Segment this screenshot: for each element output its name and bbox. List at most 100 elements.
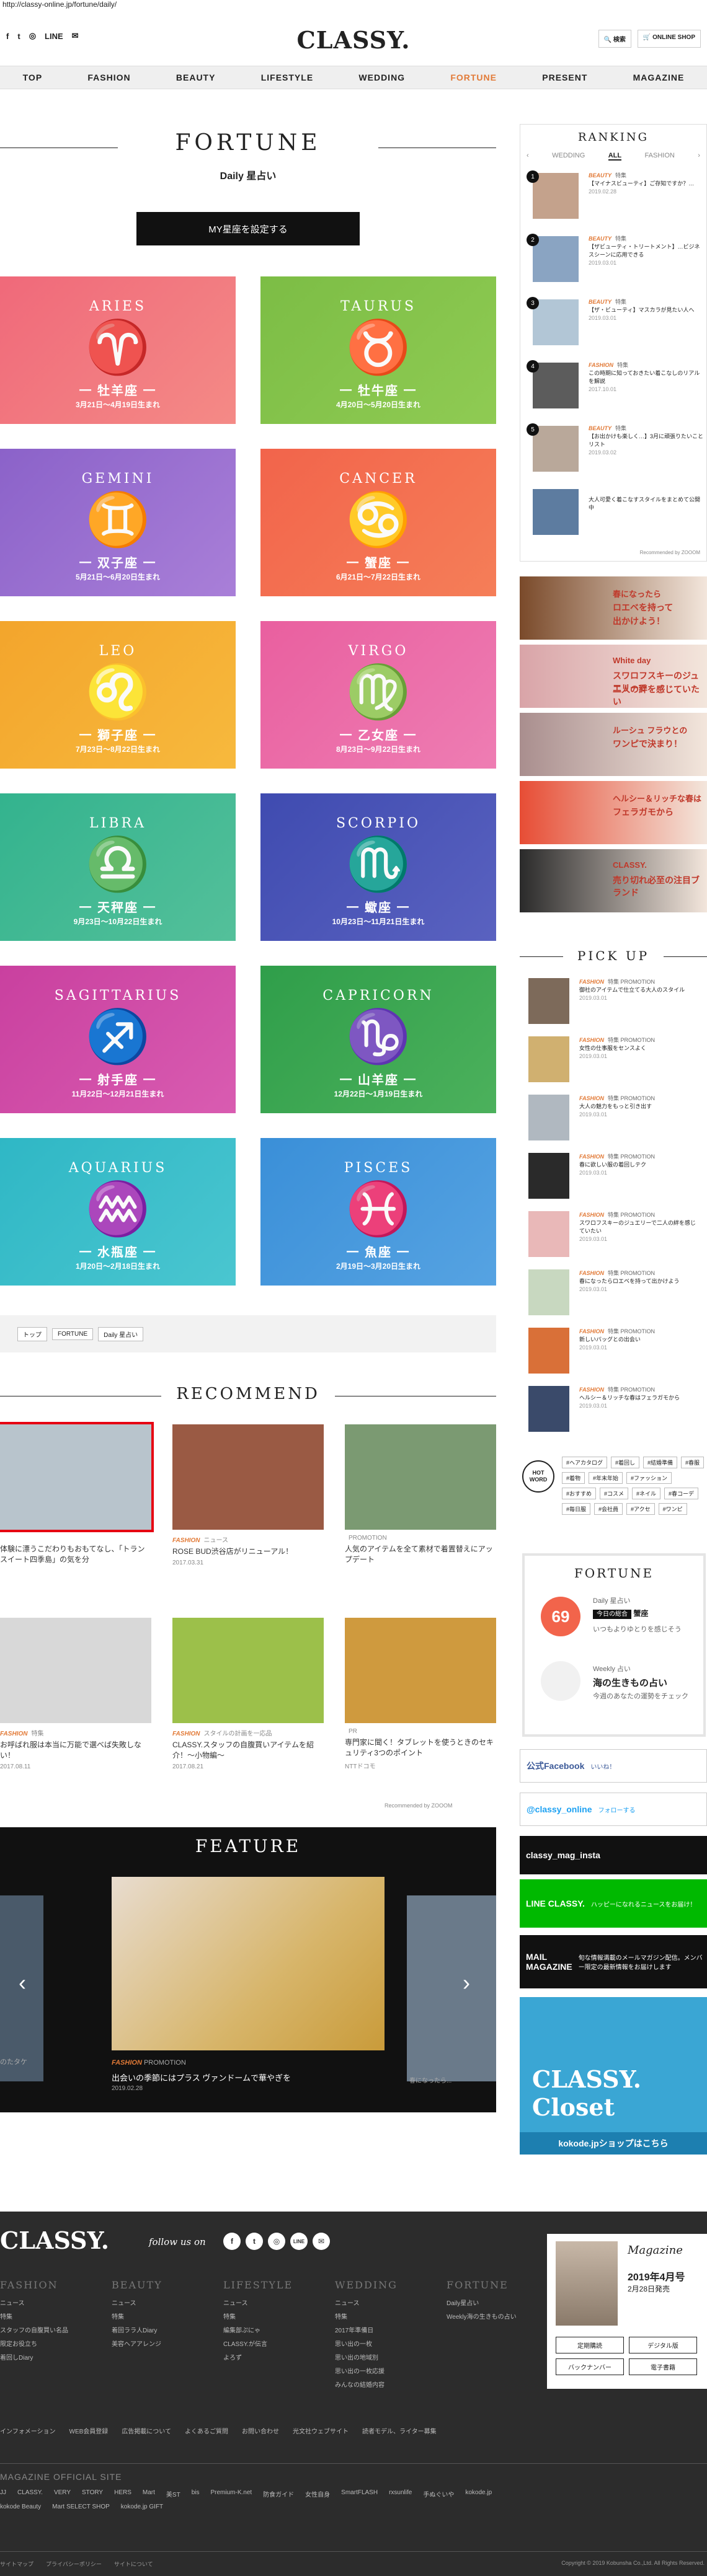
recommend-image[interactable] [172,1618,324,1723]
footer-link[interactable]: 着回ララ人Diary [112,2324,162,2338]
hot-word-tag[interactable]: #春コーデ [664,1488,699,1499]
promo-banner[interactable]: 春になったら ロエベを持って 出かけよう！ [520,576,707,640]
promo-banner[interactable]: White day スワロフスキーのジュエリーで 二人の絆を感じていたい [520,645,707,708]
chevron-right-icon[interactable]: › [463,1970,470,1996]
recommend-card[interactable]: 体験に漂うこだわりもおもてなし、「トランスイート四季島」の気を分 [0,1422,154,1568]
ranking-item[interactable]: 4 FASHION 特集 この時期に知っておきたい着こなしのリアルを解説 2017.10… [520,358,707,413]
recommend-image[interactable] [172,1424,324,1530]
recommend-image[interactable] [0,1618,151,1723]
magazine-site-link[interactable]: 美ST [166,2489,180,2499]
ranking-thumb[interactable] [533,236,579,282]
magazine-site-link[interactable]: HERS [114,2489,131,2499]
footer-link[interactable]: 特集 [112,2311,162,2324]
ranking-item[interactable]: 1 BEAUTY 特集 【マイナスビューティ】ご存知ですか？… 2019.02.28 [520,168,707,224]
footer-link[interactable]: 限定お役立ち [0,2338,68,2352]
ranking-item[interactable]: 3 BEAUTY 特集 【ザ・ビューティ】マスカラが見たい人へ 2019.03.01 [520,294,707,350]
twitter-icon[interactable]: t [17,32,20,41]
kokode-link[interactable]: kokode.jpショップはこちら [520,2132,707,2155]
footer-link[interactable]: 思い出の地域別 [335,2352,398,2365]
nav-present[interactable]: PRESENT [542,73,587,82]
magazine-site-link[interactable]: kokode Beauty [0,2503,41,2510]
recommend-card[interactable]: PROMOTION 人気のアイテムを全て素材で着置替えにアップデート [345,1424,496,1568]
facebook-icon[interactable]: f [223,2233,241,2250]
social-button-1[interactable]: @classy_online フォローする [520,1793,707,1826]
recommend-image[interactable] [345,1618,496,1723]
magazine-site-link[interactable]: 女性自身 [305,2489,330,2499]
footer-link[interactable]: 着回しDiary [0,2352,68,2365]
line-link[interactable]: LINE [45,32,63,41]
magazine-site-link[interactable]: Mart SELECT SHOP [52,2503,110,2510]
magazine-site-link[interactable]: CLASSY. [17,2489,43,2499]
pickup-thumb[interactable] [528,1328,569,1374]
twitter-icon[interactable]: t [246,2233,263,2250]
breadcrumb-fortune[interactable]: FORTUNE [52,1328,94,1340]
footer-col-title[interactable]: FORTUNE [447,2278,517,2292]
zodiac-card-aries[interactable]: ARIES ♈ 一 牡羊座 一 3月21日〜4月19日生まれ [0,276,236,424]
recommend-card[interactable]: FASHION ニュース ROSE BUD渋谷店がリニューアル！ 2017.03.31 [172,1424,324,1566]
footer-info-link[interactable]: よくあるご質問 [185,2426,228,2435]
footer-info-link[interactable]: 読者モデル、ライター募集 [362,2426,437,2435]
chevron-right-icon[interactable]: › [698,152,700,161]
instagram-icon[interactable]: ◎ [29,31,36,41]
promo-banner[interactable]: ヘルシー＆リッチな春は フェラガモから [520,781,707,844]
footer-bottom-link[interactable]: プライバシーポリシー [46,2560,102,2568]
footer-col-title[interactable]: LIFESTYLE [223,2278,293,2292]
hot-word-tag[interactable]: #春服 [681,1457,705,1468]
magazine-site-link[interactable]: rxsunlife [389,2489,412,2499]
social-button-0[interactable]: 公式Facebook いいね！ [520,1749,707,1783]
ranking-thumb[interactable] [533,299,579,345]
promo-banner[interactable]: ルーシュ フラウとの ワンピで決まり！ [520,713,707,776]
magazine-site-link[interactable]: Mart [143,2489,155,2499]
footer-link[interactable]: CLASSY.が伝言 [223,2338,293,2352]
footer-info-link[interactable]: インフォメーション [0,2426,56,2435]
footer-link[interactable]: 思い出の一枚応援 [335,2365,398,2379]
ranking-item[interactable]: 5 BEAUTY 特集 【お出かけも楽しく…】3月に頑張りたいことリスト 2019.03… [520,421,707,477]
daily-text[interactable]: いつもよりゆとりを感じそう [593,1624,698,1634]
search-button[interactable]: 🔍 検索 [598,30,631,48]
footer-link[interactable]: ニュース [335,2297,398,2311]
tab-all[interactable]: ALL [608,152,622,161]
pickup-thumb[interactable] [528,1153,569,1199]
footer-link[interactable]: 編集部ぷにゃ [223,2324,293,2338]
pickup-item[interactable]: FASHION 特集 PROMOTION 女性の仕事服をセンスよく 2019.03.0… [520,1033,707,1088]
footer-col-title[interactable]: WEDDING [335,2278,398,2292]
nav-fortune[interactable]: FORTUNE [450,73,497,82]
magazine-site-link[interactable]: JJ [0,2489,6,2499]
zodiac-card-pisces[interactable]: PISCES ♓ 一 魚座 一 2月19日〜3月20日生まれ [260,1138,496,1286]
hot-word-tag[interactable]: #ファッション [626,1472,672,1484]
line-icon[interactable]: LINE [290,2233,308,2250]
footer-link[interactable]: 特集 [0,2311,68,2324]
ranking-thumb[interactable] [533,426,579,472]
footer-link[interactable]: ニュース [0,2297,68,2311]
zodiac-card-sagittarius[interactable]: SAGITTARIUS ♐ 一 射手座 一 11月22日〜12月21日生まれ [0,966,236,1113]
footer-info-link[interactable]: お問い合わせ [242,2426,279,2435]
nav-top[interactable]: TOP [23,73,43,82]
hot-word-tag[interactable]: #会社員 [594,1503,623,1515]
tab-wedding[interactable]: WEDDING [552,152,585,161]
pickup-thumb[interactable] [528,978,569,1024]
recommend-card[interactable]: FASHION 特集 お呼ばれ服は本当に万能で選べば失敗しない！ 2017.08.11 [0,1618,151,1770]
zodiac-card-scorpio[interactable]: SCORPIO ♏ 一 蠍座 一 10月23日〜11月21日生まれ [260,793,496,941]
zodiac-card-taurus[interactable]: TAURUS ♉ 一 牡牛座 一 4月20日〜5月20日生まれ [260,276,496,424]
hot-word-tag[interactable]: #アクセ [626,1503,655,1515]
recommend-text[interactable]: 体験に漂うこだわりもおもてなし、「トランスイート四季島」の気を分 [0,1544,151,1565]
footer-link[interactable]: 特集 [223,2311,293,2324]
pickup-thumb[interactable] [528,1386,569,1432]
pickup-thumb[interactable] [528,1269,569,1315]
magazine-site-link[interactable]: bis [192,2489,200,2499]
kokode-banner[interactable]: CLASSY. Closet kokode.jpショップはこちら [520,1997,707,2155]
footer-link[interactable]: みんなの結婚内容 [335,2379,398,2393]
pickup-thumb[interactable] [528,1036,569,1082]
zodiac-card-libra[interactable]: LIBRA ♎ 一 天秤座 一 9月23日〜10月22日生まれ [0,793,236,941]
recommend-card[interactable]: PR 専門家に聞く！タブレットを使うときのセキュリティ3つのポイント NTTドコモ [345,1618,496,1770]
recommend-text[interactable]: 専門家に聞く！タブレットを使うときのセキュリティ3つのポイント [345,1737,496,1758]
chevron-left-icon[interactable]: ‹ [527,152,529,161]
footer-bottom-link[interactable]: サイトについて [114,2560,153,2568]
footer-link[interactable]: 思い出の一枚 [335,2338,398,2352]
set-my-sign-button[interactable]: MY星座を設定する [136,212,360,245]
magazine-site-link[interactable]: STORY [82,2489,103,2499]
zodiac-card-cancer[interactable]: CANCER ♋ 一 蟹座 一 6月21日〜7月22日生まれ [260,449,496,596]
site-logo[interactable]: CLASSY. [295,26,412,54]
hot-word-tag[interactable]: #ネイル [632,1488,661,1499]
pickup-thumb[interactable] [528,1211,569,1257]
